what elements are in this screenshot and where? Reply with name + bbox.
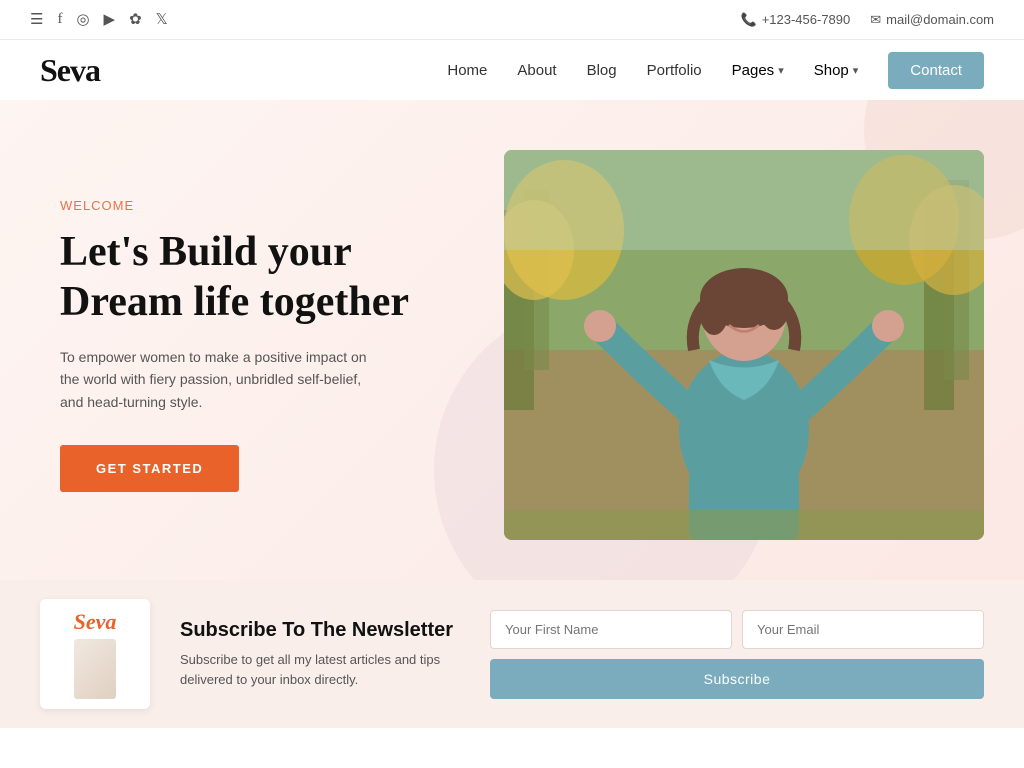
nav-links: Home About Blog Portfolio Pages Shop Con… — [447, 52, 984, 89]
email-address: mail@domain.com — [886, 12, 994, 27]
newsletter-text-block: Subscribe To The Newsletter Subscribe to… — [180, 619, 460, 689]
newsletter-logo-image — [74, 639, 117, 699]
contact-button[interactable]: Contact — [888, 52, 984, 89]
hero-woman-illustration — [504, 150, 984, 540]
email-icon: ✉ — [870, 12, 881, 28]
hero-description: To empower women to make a positive impa… — [60, 346, 380, 413]
get-started-button[interactable]: GET STARTED — [60, 445, 239, 492]
instagram-icon[interactable]: ◎ — [76, 10, 89, 29]
top-bar: ☰ f ◎ ▶ ✿ 𝕏 📞 +123-456-7890 ✉ mail@domai… — [0, 0, 1024, 40]
nav-about[interactable]: About — [517, 62, 556, 79]
nav-portfolio[interactable]: Portfolio — [647, 62, 702, 79]
hero-image-placeholder — [504, 150, 984, 540]
subscribe-button[interactable]: Subscribe — [490, 659, 984, 699]
email-info: ✉ mail@domain.com — [870, 12, 994, 28]
hero-image — [504, 150, 984, 540]
newsletter-logo-text: Seva — [74, 609, 117, 635]
twitter-icon[interactable]: 𝕏 — [156, 10, 168, 29]
facebook-icon[interactable]: f — [57, 11, 62, 28]
phone-number: +123-456-7890 — [762, 12, 851, 27]
newsletter-form: Subscribe — [490, 610, 984, 699]
newsletter-title: Subscribe To The Newsletter — [180, 619, 460, 642]
nav-pages[interactable]: Pages — [732, 62, 784, 79]
hero-title: Let's Build your Dream life together — [60, 227, 440, 328]
hero-welcome-label: Welcome — [60, 198, 440, 213]
nav-home[interactable]: Home — [447, 62, 487, 79]
newsletter-logo-wrapper: Seva — [40, 599, 150, 709]
first-name-input[interactable] — [490, 610, 732, 649]
hero-section: Welcome Let's Build your Dream life toge… — [0, 100, 1024, 580]
phone-icon: 📞 — [741, 12, 757, 28]
site-logo[interactable]: Seva — [40, 52, 100, 89]
nav-shop[interactable]: Shop — [814, 62, 859, 79]
pinterest-icon[interactable]: ✿ — [129, 10, 142, 29]
newsletter-section: Seva Subscribe To The Newsletter Subscri… — [0, 580, 1024, 728]
contact-info: 📞 +123-456-7890 ✉ mail@domain.com — [741, 12, 995, 28]
newsletter-inputs — [490, 610, 984, 649]
hero-content: Welcome Let's Build your Dream life toge… — [60, 198, 440, 492]
newsletter-description: Subscribe to get all my latest articles … — [180, 650, 460, 689]
newsletter-logo-inner: Seva — [64, 599, 127, 709]
social-icons: ☰ f ◎ ▶ ✿ 𝕏 — [30, 10, 168, 29]
nav-blog[interactable]: Blog — [587, 62, 617, 79]
phone-info: 📞 +123-456-7890 — [741, 12, 851, 28]
email-input[interactable] — [742, 610, 984, 649]
youtube-icon[interactable]: ▶ — [104, 10, 116, 29]
navbar: Seva Home About Blog Portfolio Pages Sho… — [0, 40, 1024, 100]
menu-icon[interactable]: ☰ — [30, 10, 43, 29]
